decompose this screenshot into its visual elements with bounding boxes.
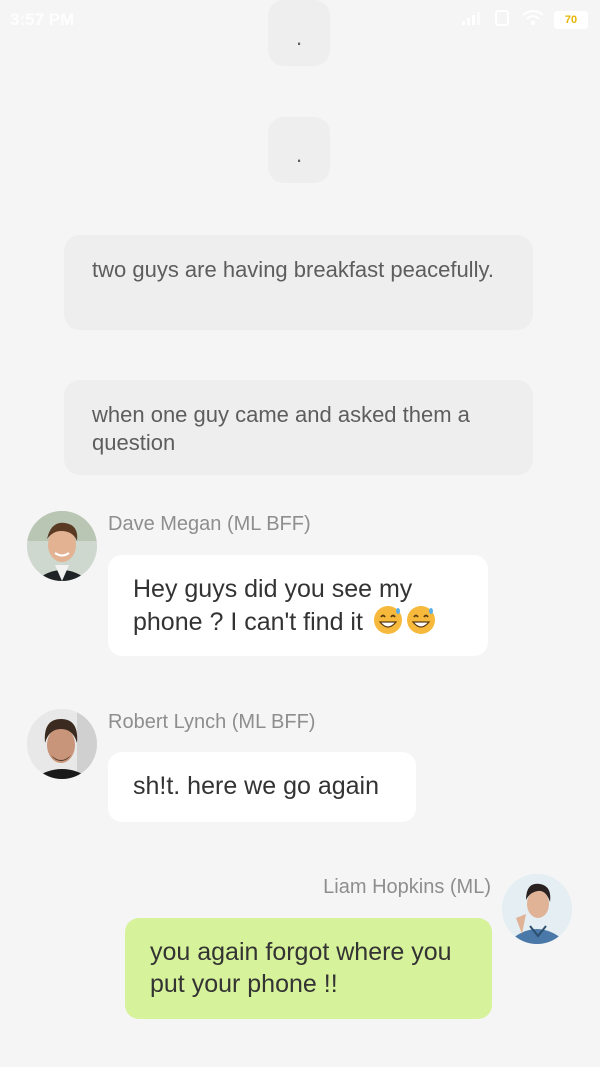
narration-bubble: when one guy came and asked them a quest… [64,380,533,475]
message-text: you again forgot where you put your phon… [150,938,452,998]
sender-name: Robert Lynch (ML BFF) [108,711,316,733]
narration-text: . [295,25,303,50]
narration-text: two guys are having breakfast peacefully… [92,257,494,282]
avatar-dave-megan[interactable] [27,511,97,581]
wifi-icon [522,10,544,30]
message-bubble[interactable]: sh!t. here we go again [108,752,416,822]
status-icons: 70 [462,9,588,31]
battery-indicator: 70 [554,11,588,29]
status-time: 3:57 PM [10,10,75,29]
message-bubble-self[interactable]: you again forgot where you put your phon… [125,918,492,1019]
avatar-liam-hopkins[interactable] [502,874,572,944]
narration-text: when one guy came and asked them a quest… [92,402,470,455]
grinning-sweat-emoji [373,605,403,635]
sim-icon [494,9,512,31]
sender-name: Liam Hopkins (ML) [323,876,491,898]
narration-bubble: . [268,0,330,66]
message-text: Hey guys did you see my phone ? I can't … [133,575,413,636]
message-bubble[interactable]: Hey guys did you see my phone ? I can't … [108,555,488,656]
narration-text: . [295,142,303,167]
narration-bubble: . [268,117,330,183]
chat-screen: 3:57 PM 70 . . two guys are having break… [0,0,600,1067]
sender-name: Dave Megan (ML BFF) [108,513,311,535]
narration-bubble: two guys are having breakfast peacefully… [64,235,533,330]
signal-icon [462,11,484,29]
message-text: sh!t. here we go again [133,772,379,800]
avatar-robert-lynch[interactable] [27,709,97,779]
grinning-sweat-emoji [406,605,436,635]
